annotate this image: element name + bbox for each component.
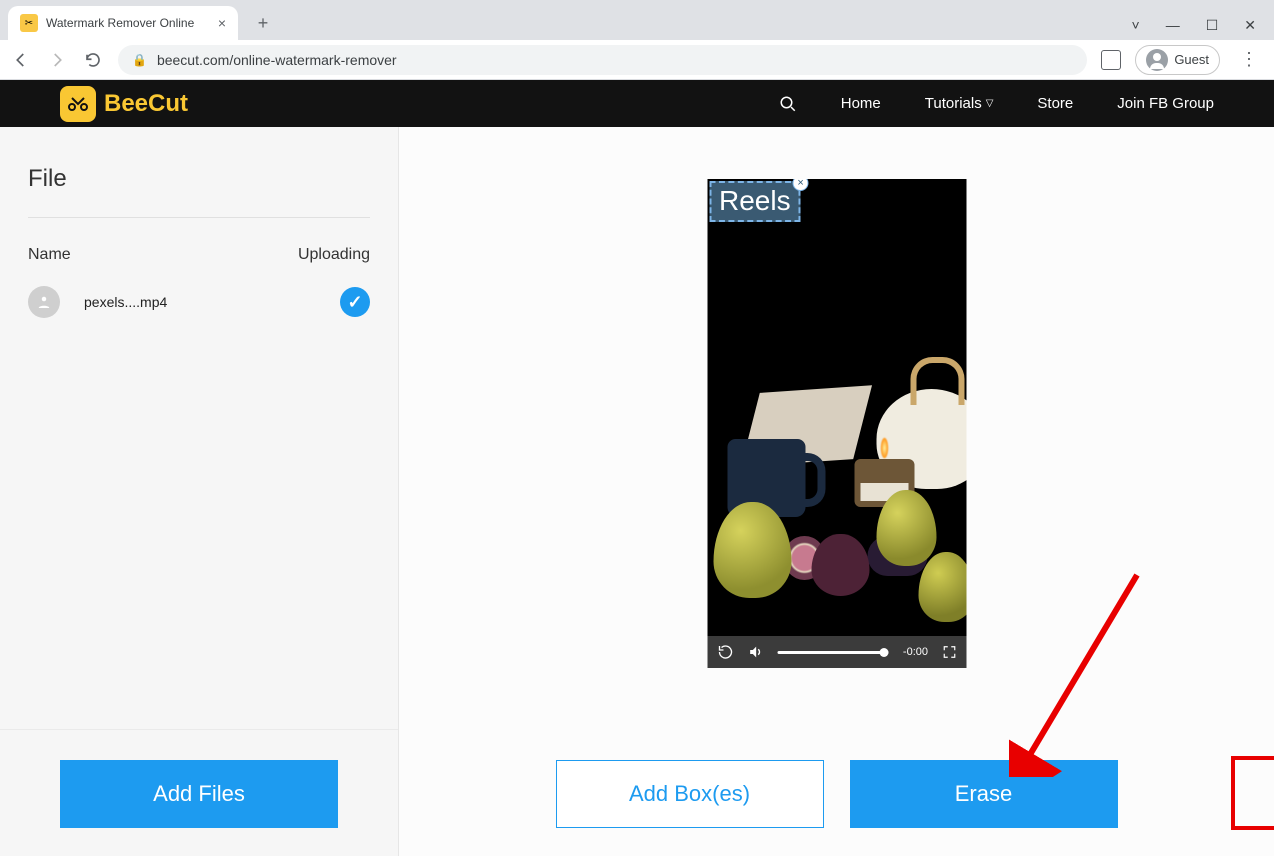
- annotation-arrow: [1009, 567, 1149, 777]
- profile-chip[interactable]: Guest: [1135, 45, 1220, 75]
- volume-icon[interactable]: [747, 644, 763, 660]
- tab-title: Watermark Remover Online: [46, 16, 210, 30]
- new-tab-button[interactable]: +: [248, 8, 278, 38]
- address-bar[interactable]: 🔒 beecut.com/online-watermark-remover: [118, 45, 1087, 75]
- brand-name[interactable]: BeeCut: [104, 90, 188, 118]
- search-icon[interactable]: [779, 95, 797, 113]
- window-maximize-icon[interactable]: ☐: [1206, 17, 1219, 34]
- add-boxes-button[interactable]: Add Box(es): [556, 760, 824, 828]
- url-text: beecut.com/online-watermark-remover: [157, 52, 397, 68]
- main-nav: Home Tutorials▽ Store Join FB Group: [779, 95, 1214, 113]
- sidebar-title: File: [28, 165, 370, 193]
- extensions-icon[interactable]: [1101, 50, 1121, 70]
- col-name: Name: [28, 246, 71, 264]
- favicon-icon: ✂: [20, 14, 38, 32]
- nav-back-icon[interactable]: [10, 49, 32, 71]
- file-row[interactable]: pexels....mp4 ✓: [0, 264, 398, 340]
- window-controls: ˅ — ☐ ✕: [1132, 17, 1274, 40]
- progress-bar[interactable]: [777, 651, 889, 654]
- watermark-text: Reels: [719, 185, 791, 216]
- nav-store[interactable]: Store: [1037, 95, 1073, 112]
- fullscreen-icon[interactable]: [942, 645, 956, 659]
- upload-complete-icon: ✓: [340, 287, 370, 317]
- file-name: pexels....mp4: [84, 294, 316, 310]
- erase-button[interactable]: Erase: [850, 760, 1118, 828]
- nav-reload-icon[interactable]: [82, 49, 104, 71]
- lock-icon: 🔒: [132, 53, 147, 67]
- nav-forward-icon[interactable]: [46, 49, 68, 71]
- nav-home[interactable]: Home: [841, 95, 881, 112]
- main-panel: Reels × -0:00 Add Box(es) Erase: [399, 127, 1274, 856]
- time-remaining: -0:00: [903, 646, 928, 658]
- app-body: File Name Uploading pexels....mp4 ✓ Add …: [0, 127, 1274, 856]
- tab-close-icon[interactable]: ×: [218, 15, 226, 31]
- browser-tabstrip: ✂ Watermark Remover Online × + ˅ — ☐ ✕: [0, 0, 1274, 40]
- action-buttons: Add Box(es) Erase: [399, 760, 1274, 828]
- add-files-button[interactable]: Add Files: [60, 760, 338, 828]
- nav-tutorials[interactable]: Tutorials▽: [925, 95, 994, 112]
- watermark-selection-box[interactable]: Reels ×: [709, 181, 801, 222]
- video-still: [707, 179, 966, 636]
- video-preview: Reels × -0:00: [707, 179, 966, 668]
- replay-icon[interactable]: [717, 644, 733, 660]
- nav-fbgroup[interactable]: Join FB Group: [1117, 95, 1214, 112]
- window-close-icon[interactable]: ✕: [1244, 17, 1256, 34]
- file-type-icon: [28, 286, 60, 318]
- profile-label: Guest: [1174, 52, 1209, 67]
- video-controls: -0:00: [707, 636, 966, 668]
- app-header: BeeCut Home Tutorials▽ Store Join FB Gro…: [0, 80, 1274, 127]
- chevron-down-icon[interactable]: ˅: [1132, 17, 1140, 34]
- col-uploading: Uploading: [298, 246, 370, 264]
- window-minimize-icon[interactable]: —: [1166, 17, 1180, 34]
- browser-menu-icon[interactable]: ⋮: [1234, 49, 1264, 70]
- sidebar: File Name Uploading pexels....mp4 ✓ Add …: [0, 127, 399, 856]
- brand-logo-icon[interactable]: [60, 86, 96, 122]
- avatar-icon: [1146, 49, 1168, 71]
- chevron-down-icon: ▽: [986, 98, 994, 109]
- video-frame[interactable]: Reels ×: [707, 179, 966, 636]
- browser-toolbar: 🔒 beecut.com/online-watermark-remover Gu…: [0, 40, 1274, 80]
- browser-tab[interactable]: ✂ Watermark Remover Online ×: [8, 6, 238, 40]
- progress-thumb[interactable]: [880, 648, 889, 657]
